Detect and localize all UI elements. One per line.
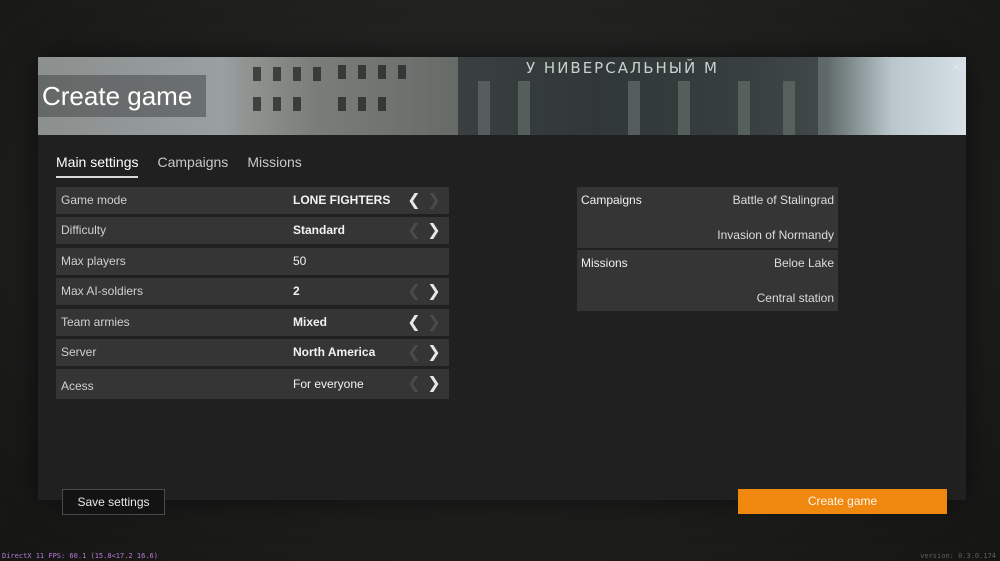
setting-label: Game mode [61, 193, 128, 207]
setting-difficulty: Difficulty Standard ❮ ❯ [56, 217, 449, 245]
banner-column [783, 81, 795, 135]
chevron-right-icon[interactable]: ❯ [425, 339, 443, 366]
banner-window [338, 65, 346, 79]
setting-label: Max AI-soldiers [61, 284, 144, 299]
setting-label: Server [61, 344, 97, 359]
missions-summary: Missions Beloe Lake Central station [577, 250, 838, 311]
banner-window [378, 97, 386, 111]
chevron-left-icon[interactable]: ❮ [405, 339, 423, 366]
chevron-left-icon[interactable]: ❮ [405, 217, 423, 244]
chevron-right-icon[interactable]: ❯ [425, 217, 443, 244]
version-label: version: 0.3.0.174 [920, 552, 996, 560]
chevron-left-icon[interactable]: ❮ [405, 278, 423, 305]
banner-column [738, 81, 750, 135]
campaign-item: Invasion of Normandy [717, 228, 834, 242]
setting-game-mode: Game mode LONE FIGHTERS ❮ ❯ [56, 187, 449, 214]
banner-window [378, 65, 386, 79]
banner-window [338, 97, 346, 111]
campaigns-summary: Campaigns Battle of Stalingrad Invasion … [577, 187, 838, 248]
selection-summary: Campaigns Battle of Stalingrad Invasion … [577, 187, 838, 313]
close-icon[interactable]: ✕ [950, 61, 962, 73]
setting-label: Max players [61, 253, 126, 268]
create-game-button[interactable]: Create game [738, 489, 947, 514]
fps-counter: DirectX 11 FPS: 60.1 (15.8<17.2 16.6) [2, 552, 158, 560]
setting-value: Mixed [293, 314, 328, 329]
banner-sign: У НИВЕРСАЛЬНЫЙ М [526, 59, 719, 77]
banner-column [518, 81, 530, 135]
mission-item: Beloe Lake [773, 256, 834, 270]
setting-label: Acess [61, 379, 94, 394]
chevron-left-icon[interactable]: ❮ [405, 369, 423, 399]
banner-window [253, 97, 261, 111]
setting-access: Acess For everyone ❮ ❯ [56, 369, 449, 400]
banner-window [273, 67, 281, 81]
missions-heading: Missions [581, 256, 628, 270]
banner-column [628, 81, 640, 135]
chevron-left-icon[interactable]: ❮ [405, 309, 423, 336]
create-game-window: У НИВЕРСАЛЬНЫЙ М Create game ✕ Main sett… [38, 57, 966, 500]
window-title: Create game [38, 75, 207, 117]
campaign-item: Battle of Stalingrad [732, 193, 834, 207]
mission-item: Central station [756, 291, 834, 305]
setting-value: For everyone [293, 377, 364, 392]
banner-column [678, 81, 690, 135]
tab-main-settings[interactable]: Main settings [56, 154, 139, 178]
banner-window [398, 65, 406, 79]
banner-window [358, 97, 366, 111]
tab-missions[interactable]: Missions [247, 154, 301, 178]
banner-building-left [238, 57, 458, 135]
setting-max-players[interactable]: Max players 50 [56, 247, 449, 275]
banner-window [293, 97, 301, 111]
chevron-right-icon[interactable]: ❯ [425, 309, 443, 336]
setting-value: LONE FIGHTERS [293, 193, 391, 207]
setting-max-ai-soldiers: Max AI-soldiers 2 ❮ ❯ [56, 278, 449, 306]
banner-window [253, 67, 261, 81]
banner-window [358, 65, 366, 79]
tab-bar: Main settings Campaigns Missions [56, 154, 302, 178]
setting-label: Difficulty [61, 223, 107, 238]
header-banner: У НИВЕРСАЛЬНЫЙ М Create game ✕ [38, 57, 966, 135]
banner-window [273, 97, 281, 111]
chevron-right-icon[interactable]: ❯ [425, 187, 443, 214]
setting-server: Server North America ❮ ❯ [56, 338, 449, 366]
banner-column [478, 81, 490, 135]
tab-campaigns[interactable]: Campaigns [157, 154, 228, 178]
setting-team-armies: Team armies Mixed ❮ ❯ [56, 308, 449, 336]
campaigns-heading: Campaigns [581, 193, 642, 207]
banner-window [293, 67, 301, 81]
chevron-left-icon[interactable]: ❮ [405, 187, 423, 214]
chevron-right-icon[interactable]: ❯ [425, 369, 443, 399]
main-settings-list: Game mode LONE FIGHTERS ❮ ❯ Difficulty S… [56, 187, 449, 403]
save-settings-button[interactable]: Save settings [62, 489, 165, 515]
setting-value: Standard [293, 223, 346, 238]
setting-value: 50 [293, 253, 307, 268]
chevron-right-icon[interactable]: ❯ [425, 278, 443, 305]
setting-value: 2 [293, 284, 300, 299]
banner-window [313, 67, 321, 81]
setting-value: North America [293, 344, 376, 359]
setting-label: Team armies [61, 314, 130, 329]
